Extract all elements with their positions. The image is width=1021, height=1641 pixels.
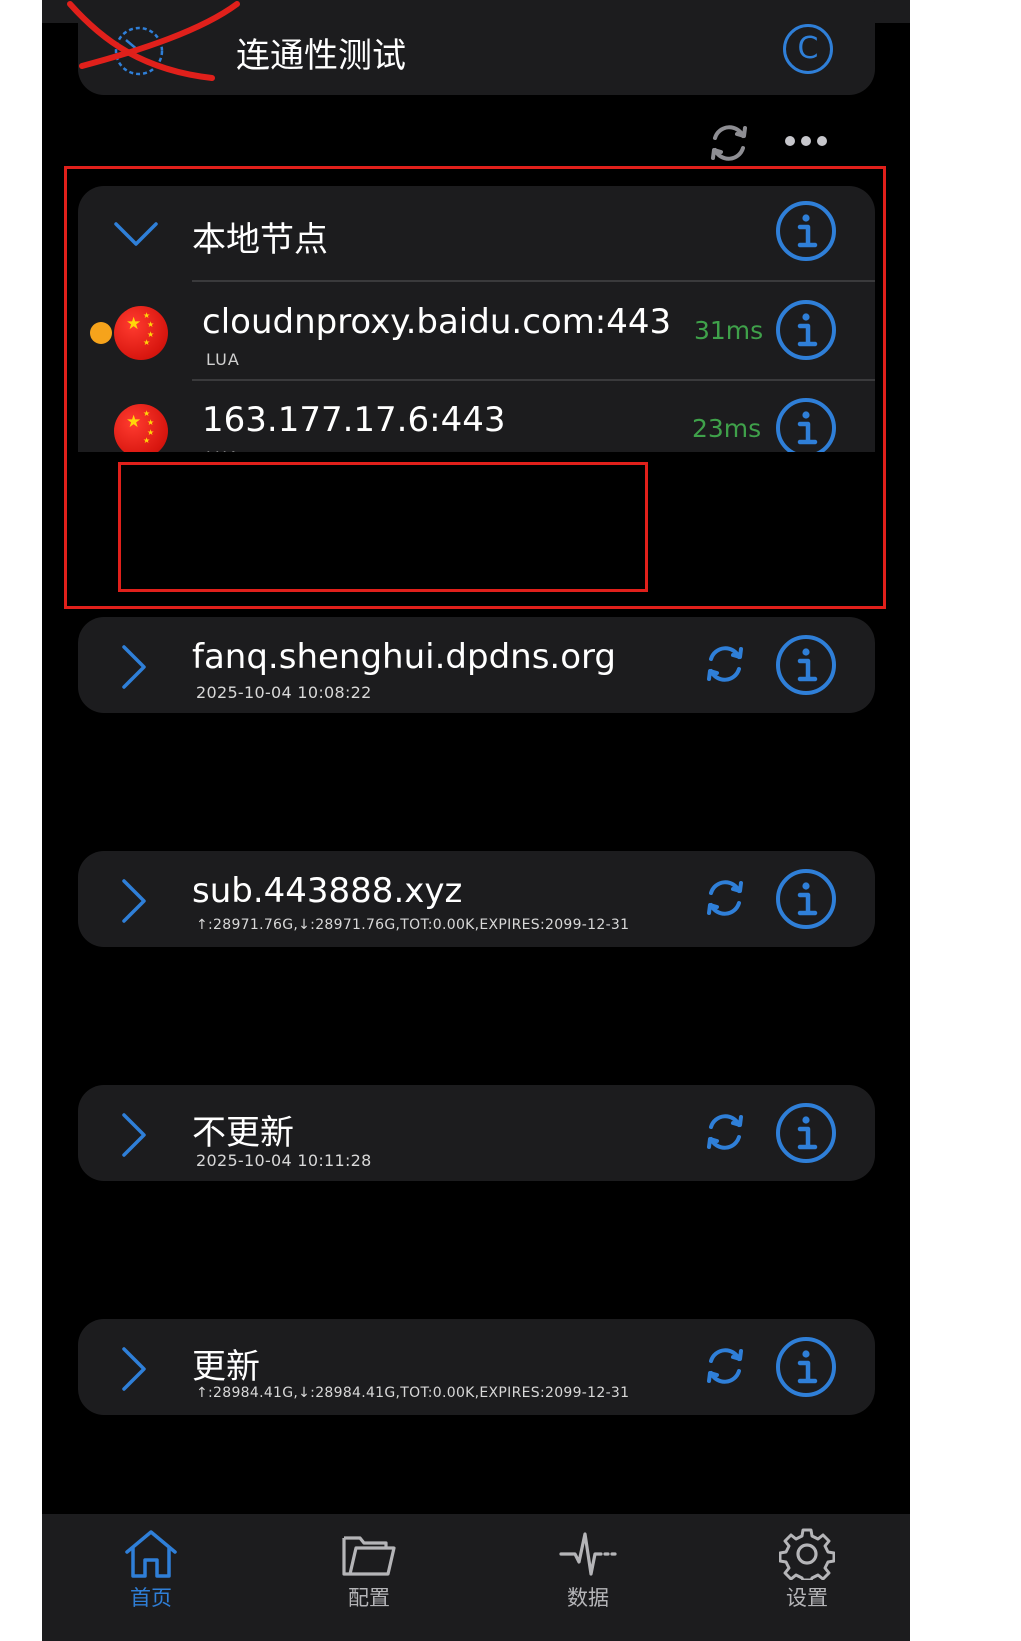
chevron-right-icon[interactable]: [118, 1111, 148, 1159]
folder-icon: [342, 1536, 396, 1576]
subscription-card[interactable]: 不更新 2025-10-04 10:11:28: [78, 1085, 875, 1181]
connectivity-test-button[interactable]: C: [783, 24, 833, 74]
tab-home[interactable]: 首页: [91, 1528, 211, 1612]
chevron-right-icon[interactable]: [118, 643, 148, 691]
subscription-card[interactable]: fanq.shenghui.dpdns.org 2025-10-04 10:08…: [78, 617, 875, 713]
chevron-right-icon[interactable]: [118, 1345, 148, 1393]
info-icon[interactable]: [775, 868, 837, 930]
connectivity-test-label: 连通性测试: [236, 36, 406, 76]
refresh-icon[interactable]: [702, 1109, 748, 1155]
tab-config[interactable]: 配置: [309, 1528, 429, 1612]
refresh-icon[interactable]: [702, 641, 748, 687]
subscription-title: 更新: [192, 1347, 260, 1387]
subscription-meta: ↑:28971.76G,↓:28971.76G,TOT:0.00K,EXPIRE…: [196, 917, 630, 933]
margin-area: [910, 0, 1021, 1641]
annotation-scribble: [67, 1, 240, 81]
chevron-right-icon[interactable]: [118, 877, 148, 925]
gear-icon: [779, 1528, 835, 1580]
subscription-title: 不更新: [192, 1113, 294, 1153]
app-screen: 连通性测试 C 本地节点 ★ ★ ★ ★ ★ cloudnproxy.baidu…: [42, 0, 910, 1641]
subscription-meta: 2025-10-04 10:08:22: [196, 683, 372, 702]
subscription-card[interactable]: 更新 ↑:28984.41G,↓:28984.41G,TOT:0.00K,EXP…: [78, 1319, 875, 1415]
subscription-meta: ↑:28984.41G,↓:28984.41G,TOT:0.00K,EXPIRE…: [196, 1385, 630, 1401]
refresh-all-icon[interactable]: [706, 120, 752, 166]
subscription-meta: 2025-10-04 10:11:28: [196, 1151, 372, 1170]
subscription-title: sub.443888.xyz: [192, 871, 463, 911]
tab-settings[interactable]: 设置: [747, 1528, 867, 1612]
subscription-card[interactable]: sub.443888.xyz ↑:28971.76G,↓:28971.76G,T…: [78, 851, 875, 947]
annotation-box-inner: [118, 462, 648, 592]
subscription-title: fanq.shenghui.dpdns.org: [192, 637, 616, 677]
info-icon[interactable]: [775, 1102, 837, 1164]
refresh-icon[interactable]: [702, 1343, 748, 1389]
info-icon[interactable]: [775, 1336, 837, 1398]
more-options-icon[interactable]: [782, 131, 830, 151]
tab-data[interactable]: 数据: [528, 1528, 648, 1612]
bottom-tab-bar: 首页 配置 数据 设置: [42, 1514, 910, 1641]
tab-label: 配置: [348, 1586, 390, 1610]
home-icon: [125, 1530, 177, 1578]
info-icon[interactable]: [775, 634, 837, 696]
tab-label: 数据: [567, 1586, 609, 1610]
refresh-icon[interactable]: [702, 875, 748, 921]
tab-label: 首页: [130, 1586, 172, 1610]
tab-label: 设置: [786, 1586, 828, 1610]
pulse-icon: [559, 1532, 617, 1576]
